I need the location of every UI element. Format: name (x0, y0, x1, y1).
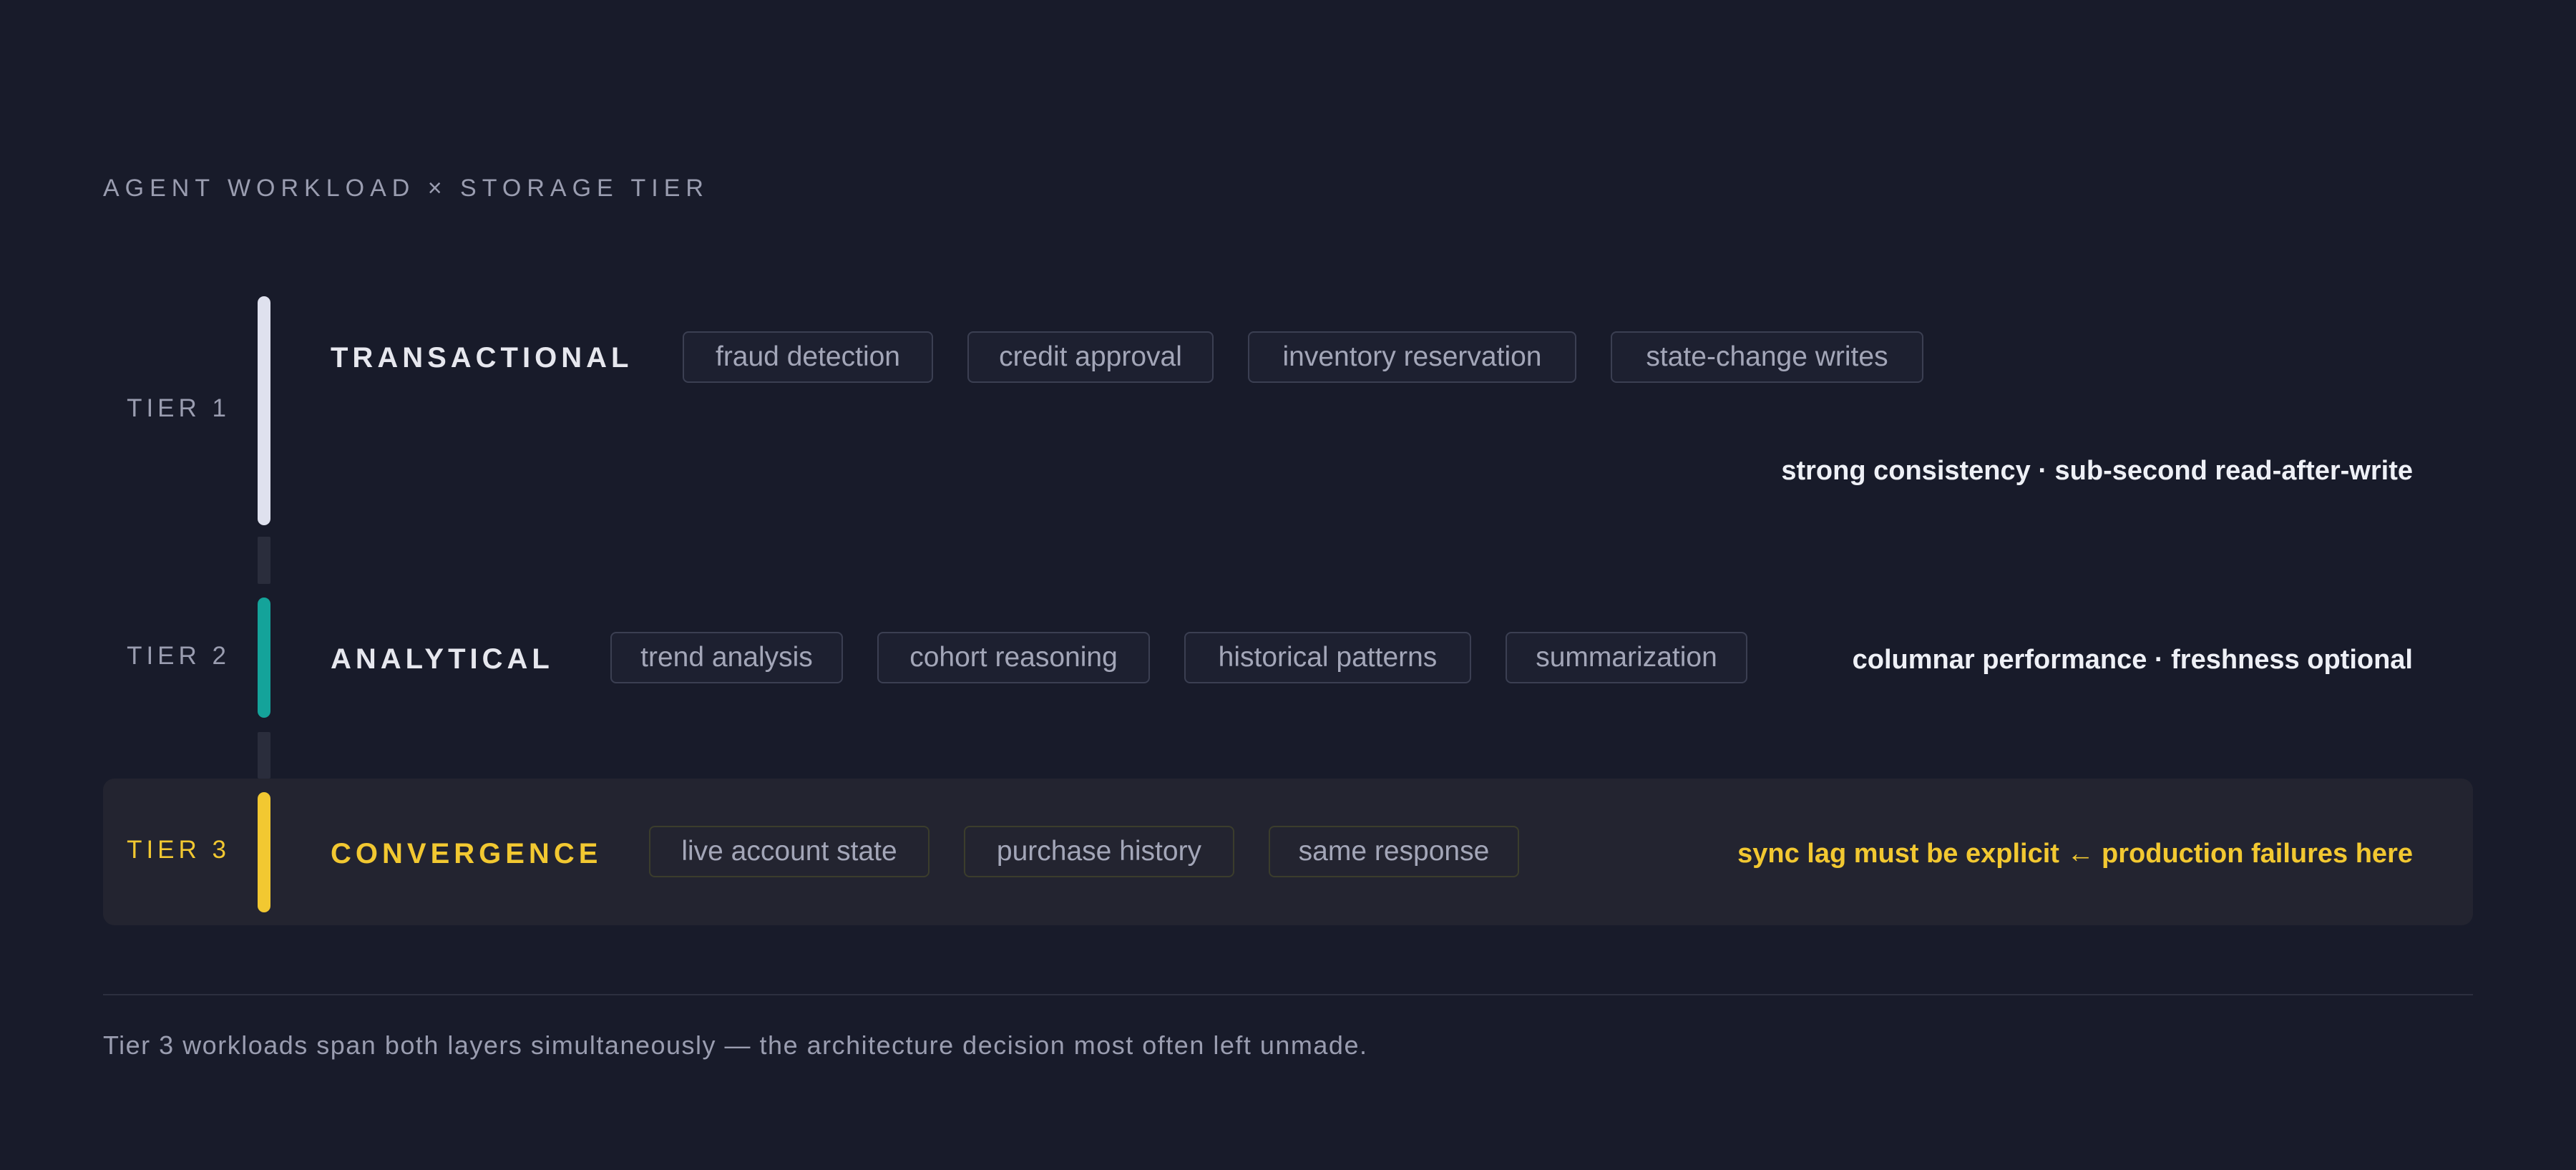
tier-1-note: strong consistency · sub-second read-aft… (1781, 456, 2413, 486)
tier-3-name: CONVERGENCE (331, 838, 602, 869)
diagram-title: AGENT WORKLOAD × STORAGE TIER (103, 175, 709, 202)
rail-connector-1-2 (258, 537, 270, 584)
workload-tag: inventory reservation (1248, 331, 1576, 383)
tier-2-name: ANALYTICAL (331, 643, 554, 675)
tier-2-rail (258, 598, 270, 718)
workload-tag: historical patterns (1184, 632, 1471, 683)
tier-2-note: columnar performance · freshness optiona… (1852, 645, 2413, 675)
tier-3-rail (258, 792, 270, 912)
tier-1-name: TRANSACTIONAL (331, 342, 633, 374)
workload-tag: live account state (649, 826, 930, 877)
footnote: Tier 3 workloads span both layers simult… (103, 1030, 1368, 1060)
workload-tag: fraud detection (683, 331, 933, 383)
tier-3-label: TIER 3 (127, 836, 230, 864)
tier-1-label: TIER 1 (127, 394, 230, 422)
workload-tag: purchase history (964, 826, 1234, 877)
workload-tag: summarization (1506, 632, 1747, 683)
tier-1-rail (258, 296, 270, 525)
workload-tag: cohort reasoning (877, 632, 1150, 683)
workload-tag: credit approval (967, 331, 1214, 383)
tier-2-label: TIER 2 (127, 642, 230, 670)
footer-divider (103, 994, 2473, 995)
rail-connector-2-3 (258, 732, 270, 779)
workload-tag: same response (1269, 826, 1519, 877)
workload-tag: state-change writes (1611, 331, 1923, 383)
tier-3-note: sync lag must be explicit ← production f… (1737, 839, 2413, 869)
workload-tag: trend analysis (610, 632, 843, 683)
